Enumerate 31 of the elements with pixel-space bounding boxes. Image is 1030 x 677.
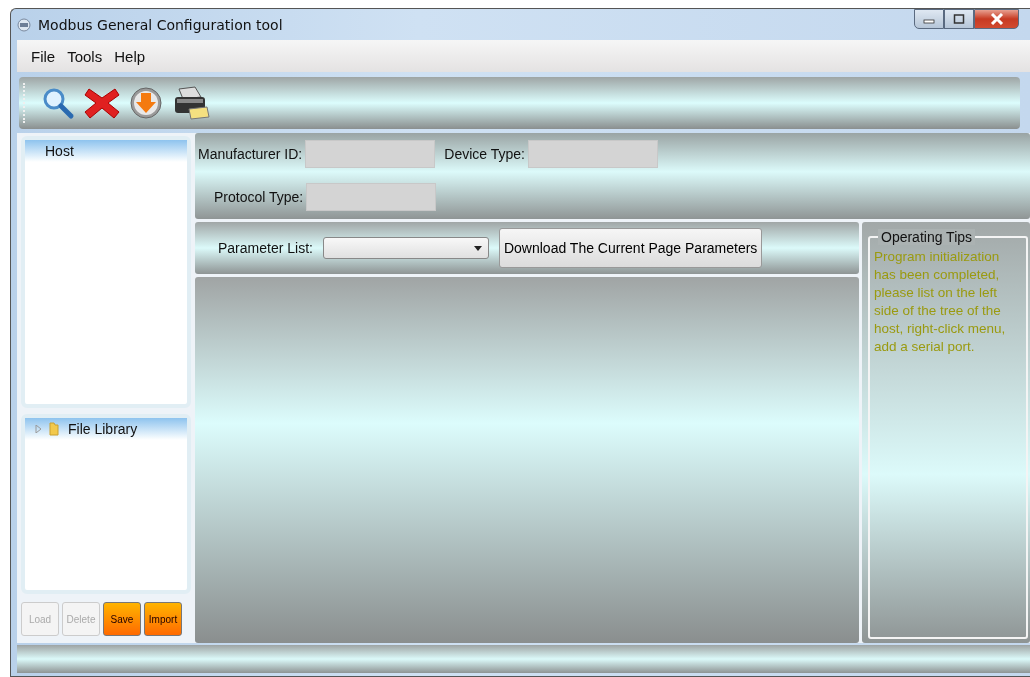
menu-item[interactable]: File <box>27 45 60 67</box>
maximize-button[interactable] <box>944 9 974 29</box>
tree-item[interactable]: Host <box>25 140 187 162</box>
menu-item[interactable]: Tools <box>63 45 107 67</box>
download-parameters-button[interactable]: Download The Current Page Parameters <box>498 228 763 268</box>
field-label: Protocol Type: <box>214 189 304 205</box>
parameter-list-dropdown[interactable] <box>322 237 489 259</box>
close-button[interactable] <box>974 9 1019 29</box>
window-title: Modbus General Configuration tool <box>38 16 283 33</box>
field-label: Device Type: <box>444 146 525 162</box>
parameter-list-label: Parameter List: <box>218 240 313 256</box>
library-button[interactable]: Save <box>103 602 141 636</box>
download-icon[interactable] <box>129 86 163 120</box>
minimize-button[interactable] <box>914 9 944 29</box>
menu-item[interactable]: Help <box>110 45 150 67</box>
library-button: Load <box>21 602 59 636</box>
maximize-icon <box>953 14 965 24</box>
folder-icon <box>48 422 62 436</box>
search-icon[interactable] <box>41 86 75 120</box>
close-icon <box>989 13 1004 25</box>
library-button[interactable]: Import <box>144 602 182 636</box>
field-label: Manufacturer ID: <box>198 146 303 162</box>
tips-text: Program initialization has been completed, please list on the left side of the tree of the host, right-click menu, add a serial port. <box>874 248 1007 356</box>
input-field[interactable] <box>305 140 436 168</box>
tips-title: Operating Tips <box>878 229 976 245</box>
input-field[interactable] <box>527 140 658 168</box>
app-icon <box>17 17 31 32</box>
tree-item[interactable]: File Library <box>25 418 187 440</box>
caret-icon <box>473 245 482 251</box>
library-button: Delete <box>62 602 100 636</box>
input-field[interactable] <box>306 183 437 211</box>
